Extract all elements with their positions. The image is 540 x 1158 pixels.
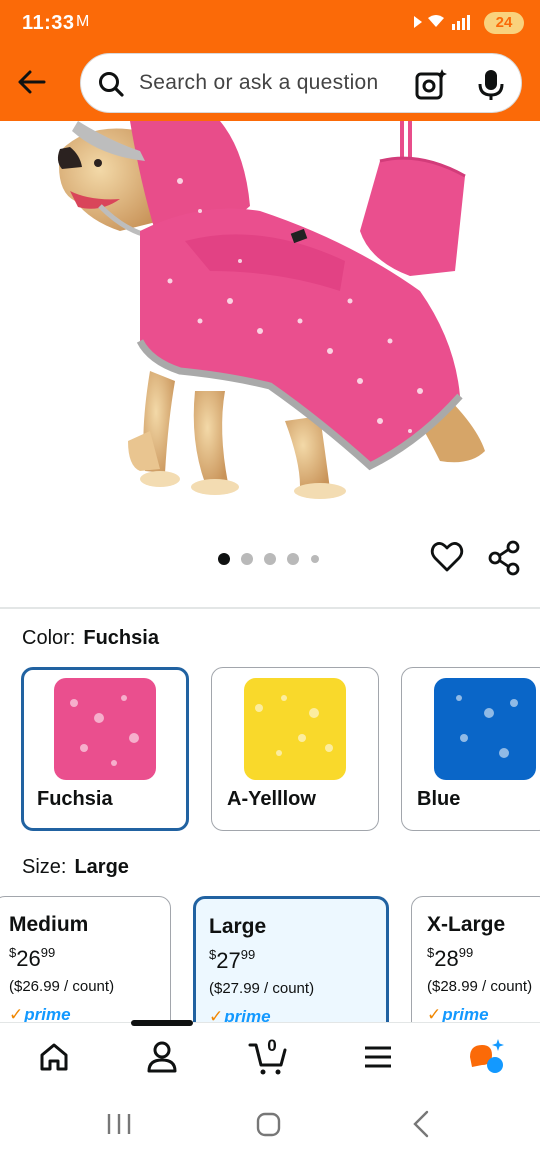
color-option-fuchsia[interactable]: Fuchsia (21, 667, 189, 831)
rufus-icon[interactable] (466, 1037, 506, 1077)
signal-wifi-icon (414, 15, 470, 30)
size-option-price: $2699 (9, 945, 56, 971)
dog-raincoat-photo (57, 121, 485, 499)
cart-count-badge: 0 (267, 1036, 277, 1055)
size-option-unit-price: ($28.99 / count) (427, 978, 533, 995)
color-option-label: Blue (417, 788, 461, 810)
size-option-name: Medium (9, 913, 89, 936)
selected-color-value: Fuchsia (83, 627, 159, 649)
microphone-icon[interactable] (477, 68, 505, 102)
product-image[interactable] (0, 121, 540, 521)
recent-apps-icon[interactable] (106, 1112, 132, 1136)
menu-icon[interactable] (358, 1037, 398, 1077)
size-option-name: X-Large (427, 913, 506, 936)
back-system-icon[interactable] (410, 1110, 432, 1138)
battery-indicator: 24 (484, 12, 524, 34)
top-header: 11:33 M 24 Search or ask a question (0, 0, 540, 121)
home-system-icon[interactable] (256, 1112, 282, 1138)
carousel-dot[interactable] (264, 553, 276, 565)
color-swatch-image (244, 678, 346, 780)
search-input[interactable]: Search or ask a question (80, 53, 522, 113)
system-navigation-bar (0, 1088, 540, 1158)
size-option-unit-price: ($26.99 / count) (9, 978, 115, 995)
carousel-dot[interactable] (287, 553, 299, 565)
mail-notification-icon: M (76, 13, 90, 30)
heart-icon[interactable] (430, 540, 464, 574)
camera-lens-icon[interactable] (414, 68, 448, 102)
size-option-name: Large (209, 915, 267, 938)
size-option-x-large[interactable]: X-Large $2899 ($28.99 / count) ✓prime (411, 896, 540, 1036)
size-label-text: Size: (22, 856, 67, 878)
carousel-dot[interactable] (241, 553, 253, 565)
color-swatch-image (54, 678, 156, 780)
carousel-dot-active[interactable] (218, 553, 230, 565)
size-option-medium[interactable]: Medium $2699 ($26.99 / count) ✓prime (0, 896, 171, 1036)
section-divider (0, 607, 540, 609)
selected-size-value: Large (74, 856, 129, 878)
search-placeholder: Search or ask a question (139, 71, 379, 94)
size-option-large[interactable]: Large $2799 ($27.99 / count) ✓prime (193, 896, 389, 1036)
color-option-label: Fuchsia (37, 788, 113, 810)
color-option-blue[interactable]: Blue (401, 667, 540, 831)
size-option-unit-price: ($27.99 / count) (209, 980, 315, 997)
status-time: 11:33 (22, 12, 75, 34)
color-option-label: A-Yelllow (227, 788, 316, 810)
home-icon[interactable] (34, 1037, 74, 1077)
share-icon[interactable] (487, 540, 521, 576)
size-option-price: $2899 (427, 945, 474, 971)
account-icon[interactable] (142, 1037, 182, 1077)
status-icons (412, 12, 482, 37)
color-option-yellow[interactable]: A-Yelllow (211, 667, 379, 831)
carousel-dot[interactable] (311, 555, 319, 563)
active-tab-indicator (131, 1020, 193, 1026)
back-arrow-icon[interactable] (14, 64, 50, 100)
search-icon (99, 72, 124, 97)
color-label-text: Color: (22, 627, 76, 649)
color-swatch-image (434, 678, 536, 780)
color-label: Color: Fuchsia (22, 627, 159, 650)
size-option-price: $2799 (209, 947, 256, 973)
size-label: Size: Large (22, 856, 129, 879)
